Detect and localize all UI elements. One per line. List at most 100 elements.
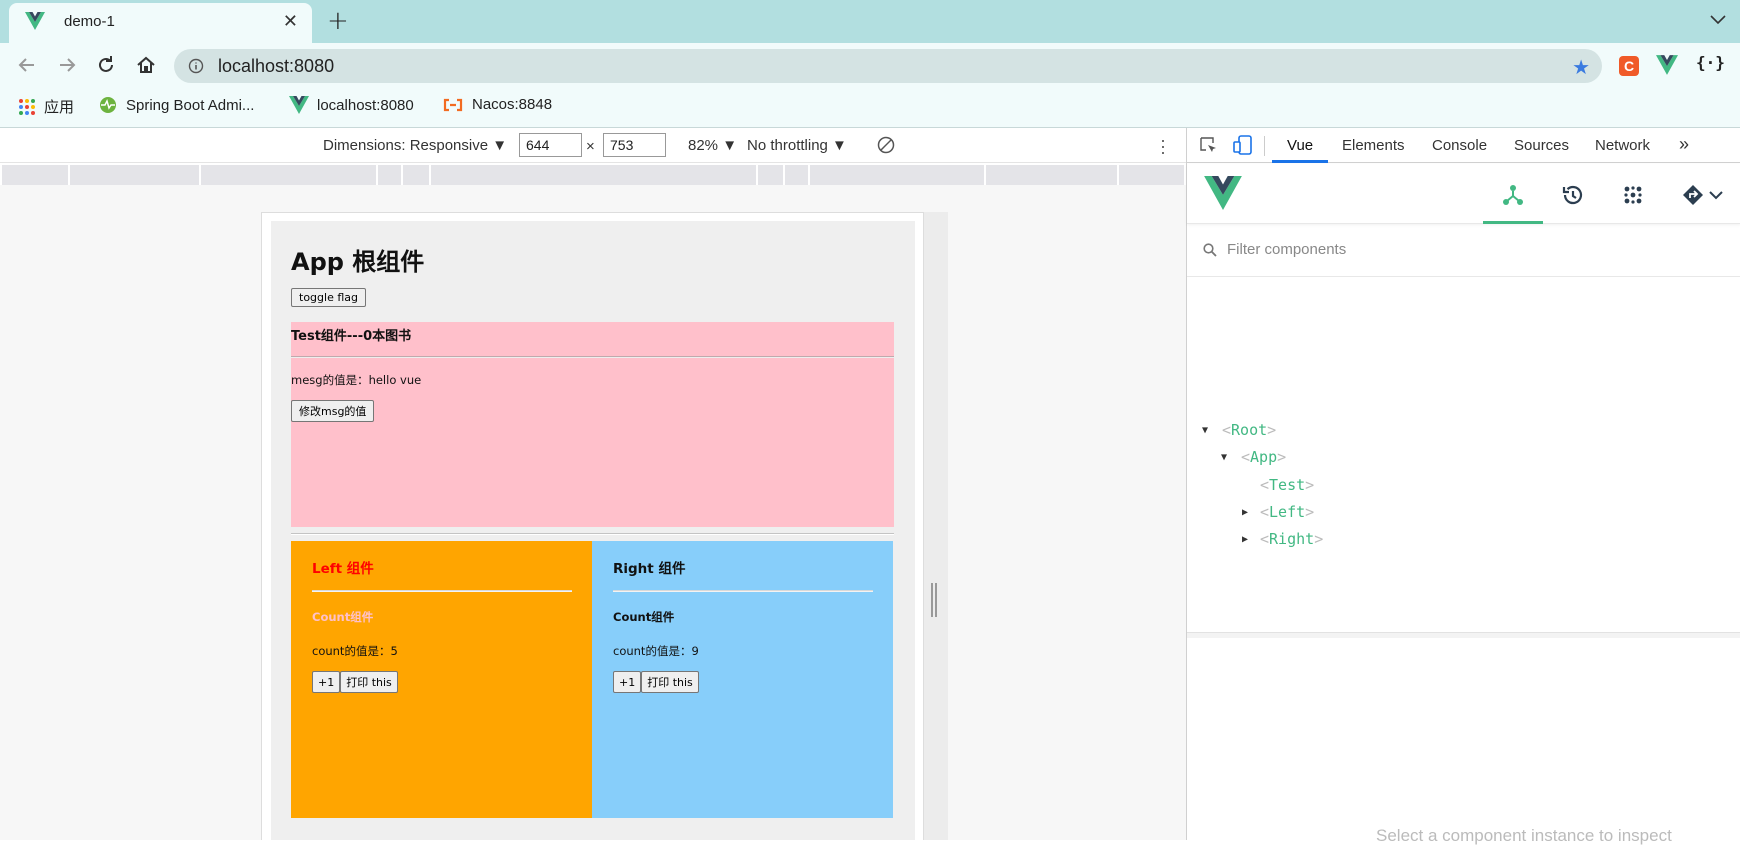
plugins-dots-icon[interactable]	[1621, 183, 1645, 212]
json-extension-icon[interactable]: {·}	[1696, 53, 1725, 72]
reload-icon[interactable]	[95, 54, 117, 76]
back-arrow-icon[interactable]	[16, 54, 38, 76]
test-msg-text: mesg的值是：hello vue	[291, 373, 422, 387]
left-divider	[312, 590, 572, 592]
tree-node-right[interactable]: <Right>	[1260, 530, 1323, 548]
tab-strip: demo-1 ✕ +	[0, 0, 1740, 43]
left-count-title: Count组件	[312, 610, 374, 624]
bookmark-spring-boot-admin[interactable]: Spring Boot Admi...	[98, 96, 254, 114]
tree-node-test[interactable]: <Test>	[1260, 476, 1314, 494]
right-increment-button[interactable]: +1	[613, 671, 642, 693]
bookmark-localhost[interactable]: localhost:8080	[289, 96, 414, 114]
search-icon	[1203, 243, 1217, 262]
more-tabs-icon[interactable]: »	[1679, 134, 1689, 155]
tab-search-chevron-icon[interactable]	[1710, 10, 1726, 29]
browser-toolbar: localhost:8080 ★ C {·}	[0, 43, 1740, 87]
left-expand-arrow-icon[interactable]: ▶	[1242, 507, 1248, 518]
tab-title: demo-1	[64, 13, 115, 30]
tab-console[interactable]: Console	[1432, 137, 1487, 154]
device-frame-gutter	[924, 212, 948, 840]
left-increment-button[interactable]: +1	[312, 671, 341, 693]
left-count-buttons: +1 打印 this	[312, 671, 398, 693]
test-title: Test组件---0本图书	[291, 329, 412, 344]
toggle-flag-button[interactable]: toggle flag	[291, 288, 366, 307]
routes-chevron-down-icon[interactable]	[1709, 187, 1723, 205]
bookmark-label: 应用	[44, 99, 75, 116]
test-component: Test组件---0本图书 mesg的值是：hello vue 修改msg的值	[291, 322, 894, 527]
dimension-times: ×	[586, 138, 595, 155]
timeline-history-icon[interactable]	[1561, 183, 1585, 212]
dimensions-dropdown[interactable]: Dimensions: Responsive ▼	[323, 137, 507, 154]
right-count-value: count的值是：9	[613, 644, 699, 658]
extension-c-icon[interactable]: C	[1618, 55, 1640, 81]
right-title: Right 组件	[613, 561, 686, 577]
rotate-icon[interactable]	[876, 135, 896, 159]
change-msg-button[interactable]: 修改msg的值	[291, 400, 375, 422]
right-print-this-button[interactable]: 打印 this	[641, 671, 699, 693]
browser-tab[interactable]: demo-1 ✕	[9, 3, 312, 43]
tree-node-app[interactable]: <App>	[1241, 448, 1286, 466]
select-component-hint: Select a component instance to inspect	[1376, 826, 1672, 845]
zoom-dropdown[interactable]: 82% ▼	[688, 137, 737, 154]
left-count-value: count的值是：5	[312, 644, 398, 658]
right-count-buttons: +1 打印 this	[613, 671, 699, 693]
site-info-icon[interactable]	[188, 58, 204, 78]
vue-logo-icon	[289, 96, 309, 114]
vue-active-indicator	[1483, 221, 1543, 224]
device-toggle-icon[interactable]	[1232, 134, 1254, 161]
active-tab-underline	[1272, 160, 1328, 163]
filter-components-bar[interactable]: Filter components	[1187, 225, 1740, 277]
right-component: Right 组件 Count组件 count的值是：9 +1 打印 this	[592, 541, 893, 818]
bookmarks-bar: 应用 Spring Boot Admi... localhost:8080 Na…	[0, 87, 1740, 128]
root-expand-arrow-icon[interactable]: ▼	[1202, 425, 1208, 436]
apps-grid-icon	[19, 98, 35, 115]
right-count-title: Count组件	[613, 610, 675, 624]
url-text: localhost:8080	[218, 56, 335, 76]
bookmark-star-icon[interactable]: ★	[1572, 55, 1590, 79]
new-tab-icon[interactable]: +	[327, 6, 349, 36]
left-print-this-button[interactable]: 打印 this	[340, 671, 398, 693]
home-icon[interactable]	[135, 54, 157, 76]
address-bar[interactable]: localhost:8080 ★	[174, 49, 1602, 83]
devtools-split-divider[interactable]	[1187, 632, 1740, 638]
vue-logo-icon	[1204, 176, 1242, 215]
more-options-icon[interactable]: · · ·	[1160, 131, 1166, 161]
vue-favicon-icon	[25, 12, 45, 34]
media-query-ruler[interactable]	[2, 165, 1184, 185]
tab-close-icon[interactable]: ✕	[283, 11, 298, 32]
nacos-icon	[443, 98, 463, 111]
routes-diamond-icon[interactable]	[1681, 183, 1705, 212]
tab-network[interactable]: Network	[1595, 137, 1650, 154]
device-toolbar: Dimensions: Responsive ▼ 644 × 753 82% ▼…	[0, 128, 1186, 163]
test-divider	[291, 356, 894, 358]
spring-boot-admin-icon	[100, 97, 116, 113]
bookmark-nacos[interactable]: Nacos:8848	[442, 96, 552, 113]
devtools-tabbar: Vue Elements Console Sources Network »	[1187, 128, 1740, 163]
bookmark-label: localhost:8080	[317, 96, 414, 114]
tree-node-left[interactable]: <Left>	[1260, 503, 1314, 521]
tab-sources[interactable]: Sources	[1514, 137, 1569, 154]
app-divider	[291, 533, 894, 535]
viewport-resize-handle[interactable]	[931, 583, 937, 617]
vue-devtools-extension-icon[interactable]	[1656, 55, 1678, 79]
viewport-height-input[interactable]: 753	[603, 133, 666, 157]
forward-arrow-icon[interactable]	[56, 54, 78, 76]
vue-devtools-header	[1187, 164, 1740, 224]
left-component: Left 组件 Count组件 count的值是：5 +1 打印 this	[291, 541, 592, 818]
inspect-element-icon[interactable]	[1199, 136, 1219, 161]
app-expand-arrow-icon[interactable]: ▼	[1221, 452, 1227, 463]
tree-node-root[interactable]: <Root>	[1222, 421, 1276, 439]
bookmark-apps[interactable]: 应用	[18, 96, 74, 117]
right-expand-arrow-icon[interactable]: ▶	[1242, 534, 1248, 545]
left-title: Left 组件	[312, 561, 374, 577]
tab-elements[interactable]: Elements	[1342, 137, 1405, 154]
throttling-dropdown[interactable]: No throttling ▼	[747, 137, 847, 154]
svg-text:C: C	[1624, 58, 1634, 74]
app-root: App 根组件 toggle flag Test组件---0本图书 mesg的值…	[271, 221, 915, 840]
components-tree-icon[interactable]	[1501, 183, 1525, 212]
bookmark-label: Nacos:8848	[472, 96, 553, 113]
devtools-separator	[1264, 136, 1265, 156]
viewport-width-input[interactable]: 644	[519, 133, 582, 157]
filter-components-input[interactable]: Filter components	[1227, 241, 1346, 258]
tab-vue[interactable]: Vue	[1287, 137, 1313, 154]
